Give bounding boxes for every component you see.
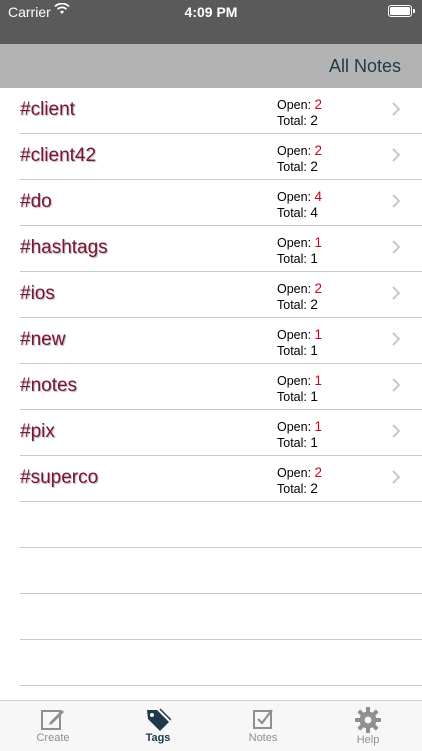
compose-icon bbox=[41, 710, 64, 730]
total-label: Total: bbox=[277, 160, 307, 174]
chevron-right-icon bbox=[392, 332, 400, 346]
total-label: Total: bbox=[277, 114, 307, 128]
open-count: 1 bbox=[314, 327, 323, 342]
total-count: 1 bbox=[310, 343, 318, 358]
chevron-right-icon bbox=[392, 286, 400, 300]
tab-notes[interactable]: Notes bbox=[213, 705, 313, 744]
tab-tags[interactable]: Tags bbox=[108, 705, 208, 744]
tab-create[interactable]: Create bbox=[3, 705, 103, 744]
tag-row[interactable]: #notes Open: 1 Total: 1 bbox=[20, 364, 422, 410]
tag-name: #client42 bbox=[20, 145, 97, 166]
tab-help[interactable]: Help bbox=[318, 705, 418, 746]
chevron-right-icon bbox=[392, 148, 400, 162]
total-count: 4 bbox=[310, 205, 318, 220]
tag-counts: Open: 2 Total: 2 bbox=[277, 97, 322, 129]
chevron-right-icon bbox=[392, 470, 400, 484]
tag-name: #client bbox=[20, 99, 75, 120]
total-label: Total: bbox=[277, 298, 307, 312]
total-count: 2 bbox=[310, 113, 318, 128]
total-label: Total: bbox=[277, 206, 307, 220]
tab-label: Help bbox=[356, 734, 380, 746]
open-count: 2 bbox=[314, 465, 323, 480]
total-label: Total: bbox=[277, 482, 307, 496]
tag-row[interactable]: #ios Open: 2 Total: 2 bbox=[20, 272, 422, 318]
tab-bar: Create Tags Notes Help bbox=[0, 700, 422, 751]
open-label: Open: bbox=[277, 190, 312, 204]
tag-name: #hashtags bbox=[20, 237, 108, 258]
tag-row[interactable]: #superco Open: 2 Total: 2 bbox=[20, 456, 422, 502]
tag-counts: Open: 1 Total: 1 bbox=[277, 419, 322, 451]
clock: 4:09 PM bbox=[184, 4, 238, 20]
open-label: Open: bbox=[277, 328, 312, 342]
tag-list: #client Open: 2 Total: 2 #client42 Open:… bbox=[0, 88, 422, 686]
total-label: Total: bbox=[277, 344, 307, 358]
total-label: Total: bbox=[277, 390, 307, 404]
tag-row[interactable]: #do Open: 4 Total: 4 bbox=[20, 180, 422, 226]
chevron-right-icon bbox=[392, 378, 400, 392]
tag-row[interactable]: #client Open: 2 Total: 2 bbox=[20, 88, 422, 134]
tag-row[interactable]: #pix Open: 1 Total: 1 bbox=[20, 410, 422, 456]
tag-row[interactable]: #new Open: 1 Total: 1 bbox=[20, 318, 422, 364]
all-notes-button[interactable]: All Notes bbox=[329, 56, 401, 77]
tag-icon bbox=[147, 708, 171, 731]
total-count: 2 bbox=[310, 481, 318, 496]
tag-counts: Open: 1 Total: 1 bbox=[277, 327, 322, 359]
total-label: Total: bbox=[277, 436, 307, 450]
open-count: 2 bbox=[314, 97, 323, 112]
gear-icon bbox=[355, 707, 381, 733]
tag-counts: Open: 2 Total: 2 bbox=[277, 465, 322, 497]
open-count: 2 bbox=[314, 281, 323, 296]
empty-row bbox=[20, 594, 422, 640]
empty-row bbox=[20, 548, 422, 594]
total-count: 1 bbox=[310, 435, 318, 450]
total-label: Total: bbox=[277, 252, 307, 266]
battery-icon bbox=[388, 5, 415, 17]
tag-name: #new bbox=[20, 329, 66, 350]
tag-counts: Open: 2 Total: 2 bbox=[277, 281, 322, 313]
open-count: 2 bbox=[314, 143, 323, 158]
open-label: Open: bbox=[277, 374, 312, 388]
open-count: 1 bbox=[314, 373, 323, 388]
open-label: Open: bbox=[277, 144, 312, 158]
tag-name: #notes bbox=[20, 375, 78, 396]
open-count: 4 bbox=[314, 189, 323, 204]
tag-name: #ios bbox=[20, 283, 55, 304]
empty-row bbox=[20, 502, 422, 548]
tab-label: Create bbox=[36, 732, 70, 744]
total-count: 2 bbox=[310, 297, 318, 312]
tag-counts: Open: 4 Total: 4 bbox=[277, 189, 322, 221]
chevron-right-icon bbox=[392, 424, 400, 438]
tag-row[interactable]: #client42 Open: 2 Total: 2 bbox=[20, 134, 422, 180]
chevron-right-icon bbox=[392, 240, 400, 254]
open-label: Open: bbox=[277, 98, 312, 112]
chevron-right-icon bbox=[392, 102, 400, 116]
total-count: 1 bbox=[310, 389, 318, 404]
open-label: Open: bbox=[277, 236, 312, 250]
tag-counts: Open: 2 Total: 2 bbox=[277, 143, 322, 175]
tab-label: Notes bbox=[248, 732, 278, 744]
open-count: 1 bbox=[314, 419, 323, 434]
tag-name: #superco bbox=[20, 467, 99, 488]
tag-counts: Open: 1 Total: 1 bbox=[277, 373, 322, 405]
status-bar: Carrier 4:09 PM bbox=[0, 0, 422, 44]
total-count: 2 bbox=[310, 159, 318, 174]
tag-counts: Open: 1 Total: 1 bbox=[277, 235, 322, 267]
empty-row bbox=[20, 640, 422, 686]
tab-label: Tags bbox=[145, 732, 171, 744]
checkbox-icon bbox=[253, 709, 273, 729]
tag-name: #do bbox=[20, 191, 52, 212]
chevron-right-icon bbox=[392, 194, 400, 208]
open-label: Open: bbox=[277, 420, 312, 434]
open-count: 1 bbox=[314, 235, 323, 250]
tag-row[interactable]: #hashtags Open: 1 Total: 1 bbox=[20, 226, 422, 272]
tag-name: #pix bbox=[20, 421, 55, 442]
open-label: Open: bbox=[277, 282, 312, 296]
navigation-bar: All Notes bbox=[0, 44, 422, 88]
total-count: 1 bbox=[310, 251, 318, 266]
open-label: Open: bbox=[277, 466, 312, 480]
